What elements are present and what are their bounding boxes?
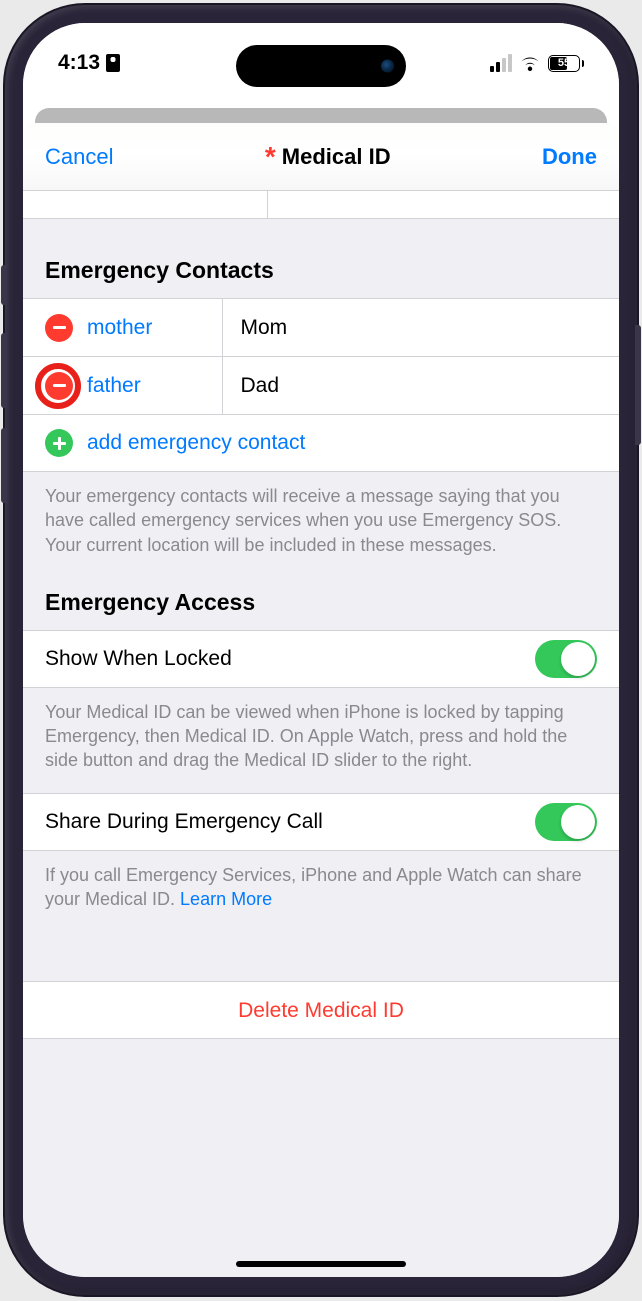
contact-row-mother[interactable]: mother Mom xyxy=(23,298,619,356)
modal-sheet: Cancel * Medical ID Done Emergency Conta… xyxy=(23,123,619,1277)
add-emergency-contact-row[interactable]: add emergency contact xyxy=(23,414,619,472)
contact-relation-label[interactable]: mother xyxy=(87,316,222,340)
add-contact-label: add emergency contact xyxy=(87,431,305,455)
share-during-call-label: Share During Emergency Call xyxy=(45,810,323,834)
show-when-locked-toggle[interactable] xyxy=(535,640,597,678)
wifi-icon xyxy=(519,55,541,71)
done-button[interactable]: Done xyxy=(542,144,597,170)
share-during-call-row: Share During Emergency Call xyxy=(23,793,619,851)
page-title: * Medical ID xyxy=(265,141,391,173)
status-time: 4:13 xyxy=(58,51,100,75)
phone-frame: 4:13 55 Cancel * Medical ID xyxy=(5,5,637,1295)
card-icon xyxy=(106,54,120,72)
home-indicator[interactable] xyxy=(236,1261,406,1267)
share-during-call-footer: If you call Emergency Services, iPhone a… xyxy=(23,851,619,932)
show-when-locked-footer: Your Medical ID can be viewed when iPhon… xyxy=(23,688,619,793)
emergency-contacts-header: Emergency Contacts xyxy=(23,219,619,298)
phone-side-buttons-right xyxy=(635,325,641,473)
contact-name-value: Dad xyxy=(223,374,280,398)
cellular-signal-icon xyxy=(490,54,512,72)
battery-icon: 55 xyxy=(548,55,584,72)
cancel-button[interactable]: Cancel xyxy=(45,144,113,170)
show-when-locked-row: Show When Locked xyxy=(23,630,619,688)
dynamic-island xyxy=(236,45,406,87)
emergency-access-header: Emergency Access xyxy=(23,577,619,630)
content-area: Emergency Contacts mother Mom father Dad xyxy=(23,191,619,1277)
contacts-footer-text: Your emergency contacts will receive a m… xyxy=(23,472,619,577)
medical-asterisk-icon: * xyxy=(265,141,276,173)
page-title-text: Medical ID xyxy=(282,144,391,170)
screen: 4:13 55 Cancel * Medical ID xyxy=(23,23,619,1277)
contact-relation-label[interactable]: father xyxy=(87,374,222,398)
phone-side-buttons-left xyxy=(1,265,7,523)
contact-name-value: Mom xyxy=(223,316,288,340)
contact-row-father[interactable]: father Dad xyxy=(23,356,619,414)
remove-contact-button[interactable] xyxy=(45,314,73,342)
delete-medical-id-button[interactable]: Delete Medical ID xyxy=(23,981,619,1039)
remove-contact-button[interactable] xyxy=(45,372,73,400)
share-footer-text: If you call Emergency Services, iPhone a… xyxy=(45,865,582,909)
nav-bar: Cancel * Medical ID Done xyxy=(23,123,619,191)
add-icon[interactable] xyxy=(45,429,73,457)
share-during-call-toggle[interactable] xyxy=(535,803,597,841)
learn-more-link[interactable]: Learn More xyxy=(180,889,272,909)
show-when-locked-label: Show When Locked xyxy=(45,647,232,671)
previous-section-row[interactable] xyxy=(23,191,619,219)
